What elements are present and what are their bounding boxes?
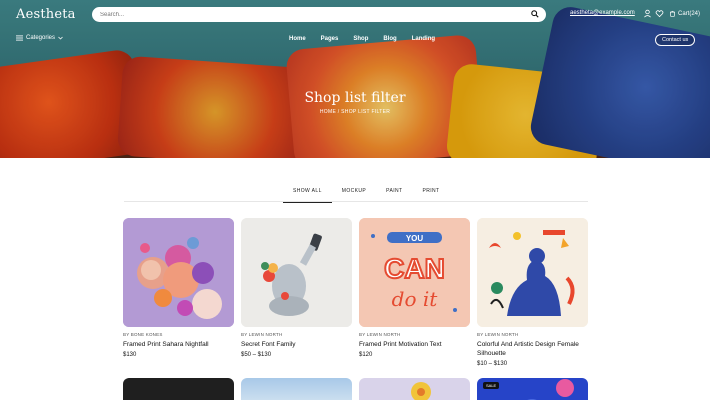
tab-paint[interactable]: PAINT	[376, 188, 412, 203]
product-name[interactable]: Framed Print Motivation Text	[359, 340, 470, 349]
flower-art-image	[411, 382, 431, 400]
product-price: $120	[359, 352, 373, 358]
floral-art-image	[123, 218, 234, 327]
product-image[interactable]: SALE	[477, 378, 588, 400]
product-image[interactable]	[123, 218, 234, 327]
product-card[interactable]: YOU CAN do it BY LEWIN NORTH Framed Prin…	[359, 218, 470, 358]
cart-button[interactable]: Cart(24)	[669, 10, 700, 17]
search-bar[interactable]	[92, 7, 546, 22]
cart-label: Cart(24)	[678, 10, 701, 17]
product-author: BY BONE KONES	[123, 332, 163, 337]
product-author: BY LEWIN NORTH	[241, 332, 283, 337]
product-author: BY LEWIN NORTH	[359, 332, 401, 337]
contact-us-button[interactable]: Contact us	[655, 34, 696, 46]
art-text-do-it: do it	[392, 287, 439, 311]
can-do-it-art-image: YOU CAN do it	[359, 218, 470, 327]
product-price: $50 – $130	[241, 352, 272, 358]
nav-item-pages[interactable]: Pages	[321, 36, 339, 42]
breadcrumb: HOME / SHOP LIST FILTER	[319, 109, 391, 115]
hero-banner: Aestheta aestheta@example.com Cart(24)	[0, 0, 710, 158]
statue-phone-art-image	[241, 218, 352, 327]
page-title: Shop list filter	[304, 90, 406, 106]
product-image[interactable]	[241, 218, 352, 327]
product-image[interactable]	[123, 378, 234, 400]
product-name[interactable]: Colorful And Artistic Design Female Silh…	[477, 340, 588, 358]
chevron-down-icon	[58, 36, 63, 40]
product-card[interactable]: BY LEWIN NORTH Secret Font Family $50 – …	[241, 218, 352, 358]
female-silhouette-art-image	[477, 218, 588, 327]
product-card[interactable]: BY LEWIN NORTH Colorful And Artistic Des…	[477, 218, 588, 367]
contact-email-link[interactable]: aestheta@example.com	[570, 10, 635, 16]
filter-tabs: SHOW ALL MOCKUP PAINT PRINT	[283, 188, 449, 203]
nav-item-blog[interactable]: Blog	[383, 36, 396, 42]
product-card[interactable]: BY BONE KONES Framed Print Sahara Nightf…	[123, 218, 234, 358]
search-input[interactable]	[100, 9, 500, 20]
heart-icon[interactable]	[655, 9, 664, 18]
user-icon[interactable]	[643, 9, 652, 18]
nav-menu: Home Pages Shop Blog Landing	[289, 36, 435, 42]
pattern-art-image	[527, 379, 574, 400]
nav-item-landing[interactable]: Landing	[412, 36, 435, 42]
nav-item-shop[interactable]: Shop	[353, 36, 368, 42]
product-price: $130	[123, 352, 137, 358]
product-name[interactable]: Secret Font Family	[241, 340, 352, 349]
product-image[interactable]	[359, 378, 470, 400]
menu-icon	[16, 35, 23, 41]
product-author: BY LEWIN NORTH	[477, 332, 519, 337]
art-text-you: YOU	[406, 234, 424, 243]
site-logo[interactable]: Aestheta	[16, 7, 76, 22]
product-price: $10 – $130	[477, 361, 508, 367]
search-icon[interactable]	[531, 10, 539, 18]
main-nav: Categories Home Pages Shop Blog Landing …	[0, 33, 710, 47]
product-name[interactable]: Framed Print Sahara Nightfall	[123, 340, 234, 349]
cart-icon	[670, 10, 675, 17]
product-image[interactable]: YOU CAN do it	[359, 218, 470, 327]
product-image[interactable]	[477, 218, 588, 327]
nav-item-home[interactable]: Home	[289, 36, 306, 42]
tab-show-all[interactable]: SHOW ALL	[283, 188, 332, 203]
product-image[interactable]	[241, 378, 352, 400]
categories-label: Categories	[26, 35, 56, 41]
tab-mockup[interactable]: MOCKUP	[332, 188, 376, 203]
art-text-can: CAN	[384, 253, 445, 284]
categories-dropdown[interactable]: Categories	[16, 35, 63, 41]
top-bar: Aestheta aestheta@example.com Cart(24)	[0, 0, 710, 30]
tab-print[interactable]: PRINT	[412, 188, 449, 203]
